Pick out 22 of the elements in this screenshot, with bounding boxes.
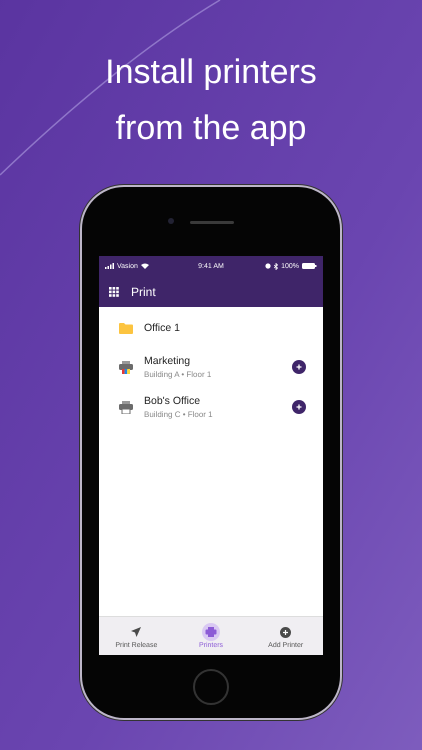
signal-icon bbox=[105, 263, 114, 269]
add-button[interactable] bbox=[292, 400, 306, 414]
plus-icon bbox=[296, 404, 302, 410]
apps-grid-icon[interactable] bbox=[109, 286, 119, 296]
folder-icon bbox=[119, 322, 133, 334]
headline: Install printers bbox=[105, 52, 317, 93]
item-location: Building C • Floor 1 bbox=[144, 410, 214, 419]
headline: from the app bbox=[116, 108, 306, 149]
app-title: Print bbox=[131, 284, 156, 298]
wifi-icon bbox=[140, 263, 149, 269]
item-name[interactable]: Office 1 bbox=[144, 322, 306, 334]
send-icon bbox=[131, 627, 142, 637]
plus-icon bbox=[296, 364, 302, 370]
item-name[interactable]: Marketing bbox=[144, 355, 281, 367]
bluetooth-icon bbox=[274, 262, 278, 270]
camera-icon bbox=[168, 218, 174, 224]
speaker-slot bbox=[190, 221, 234, 224]
item-location: Building A • Floor 1 bbox=[144, 370, 212, 379]
add-button[interactable] bbox=[292, 360, 306, 374]
battery-icon bbox=[302, 263, 317, 269]
item-name[interactable]: Bob's Office bbox=[144, 395, 281, 407]
add-icon bbox=[280, 626, 292, 638]
